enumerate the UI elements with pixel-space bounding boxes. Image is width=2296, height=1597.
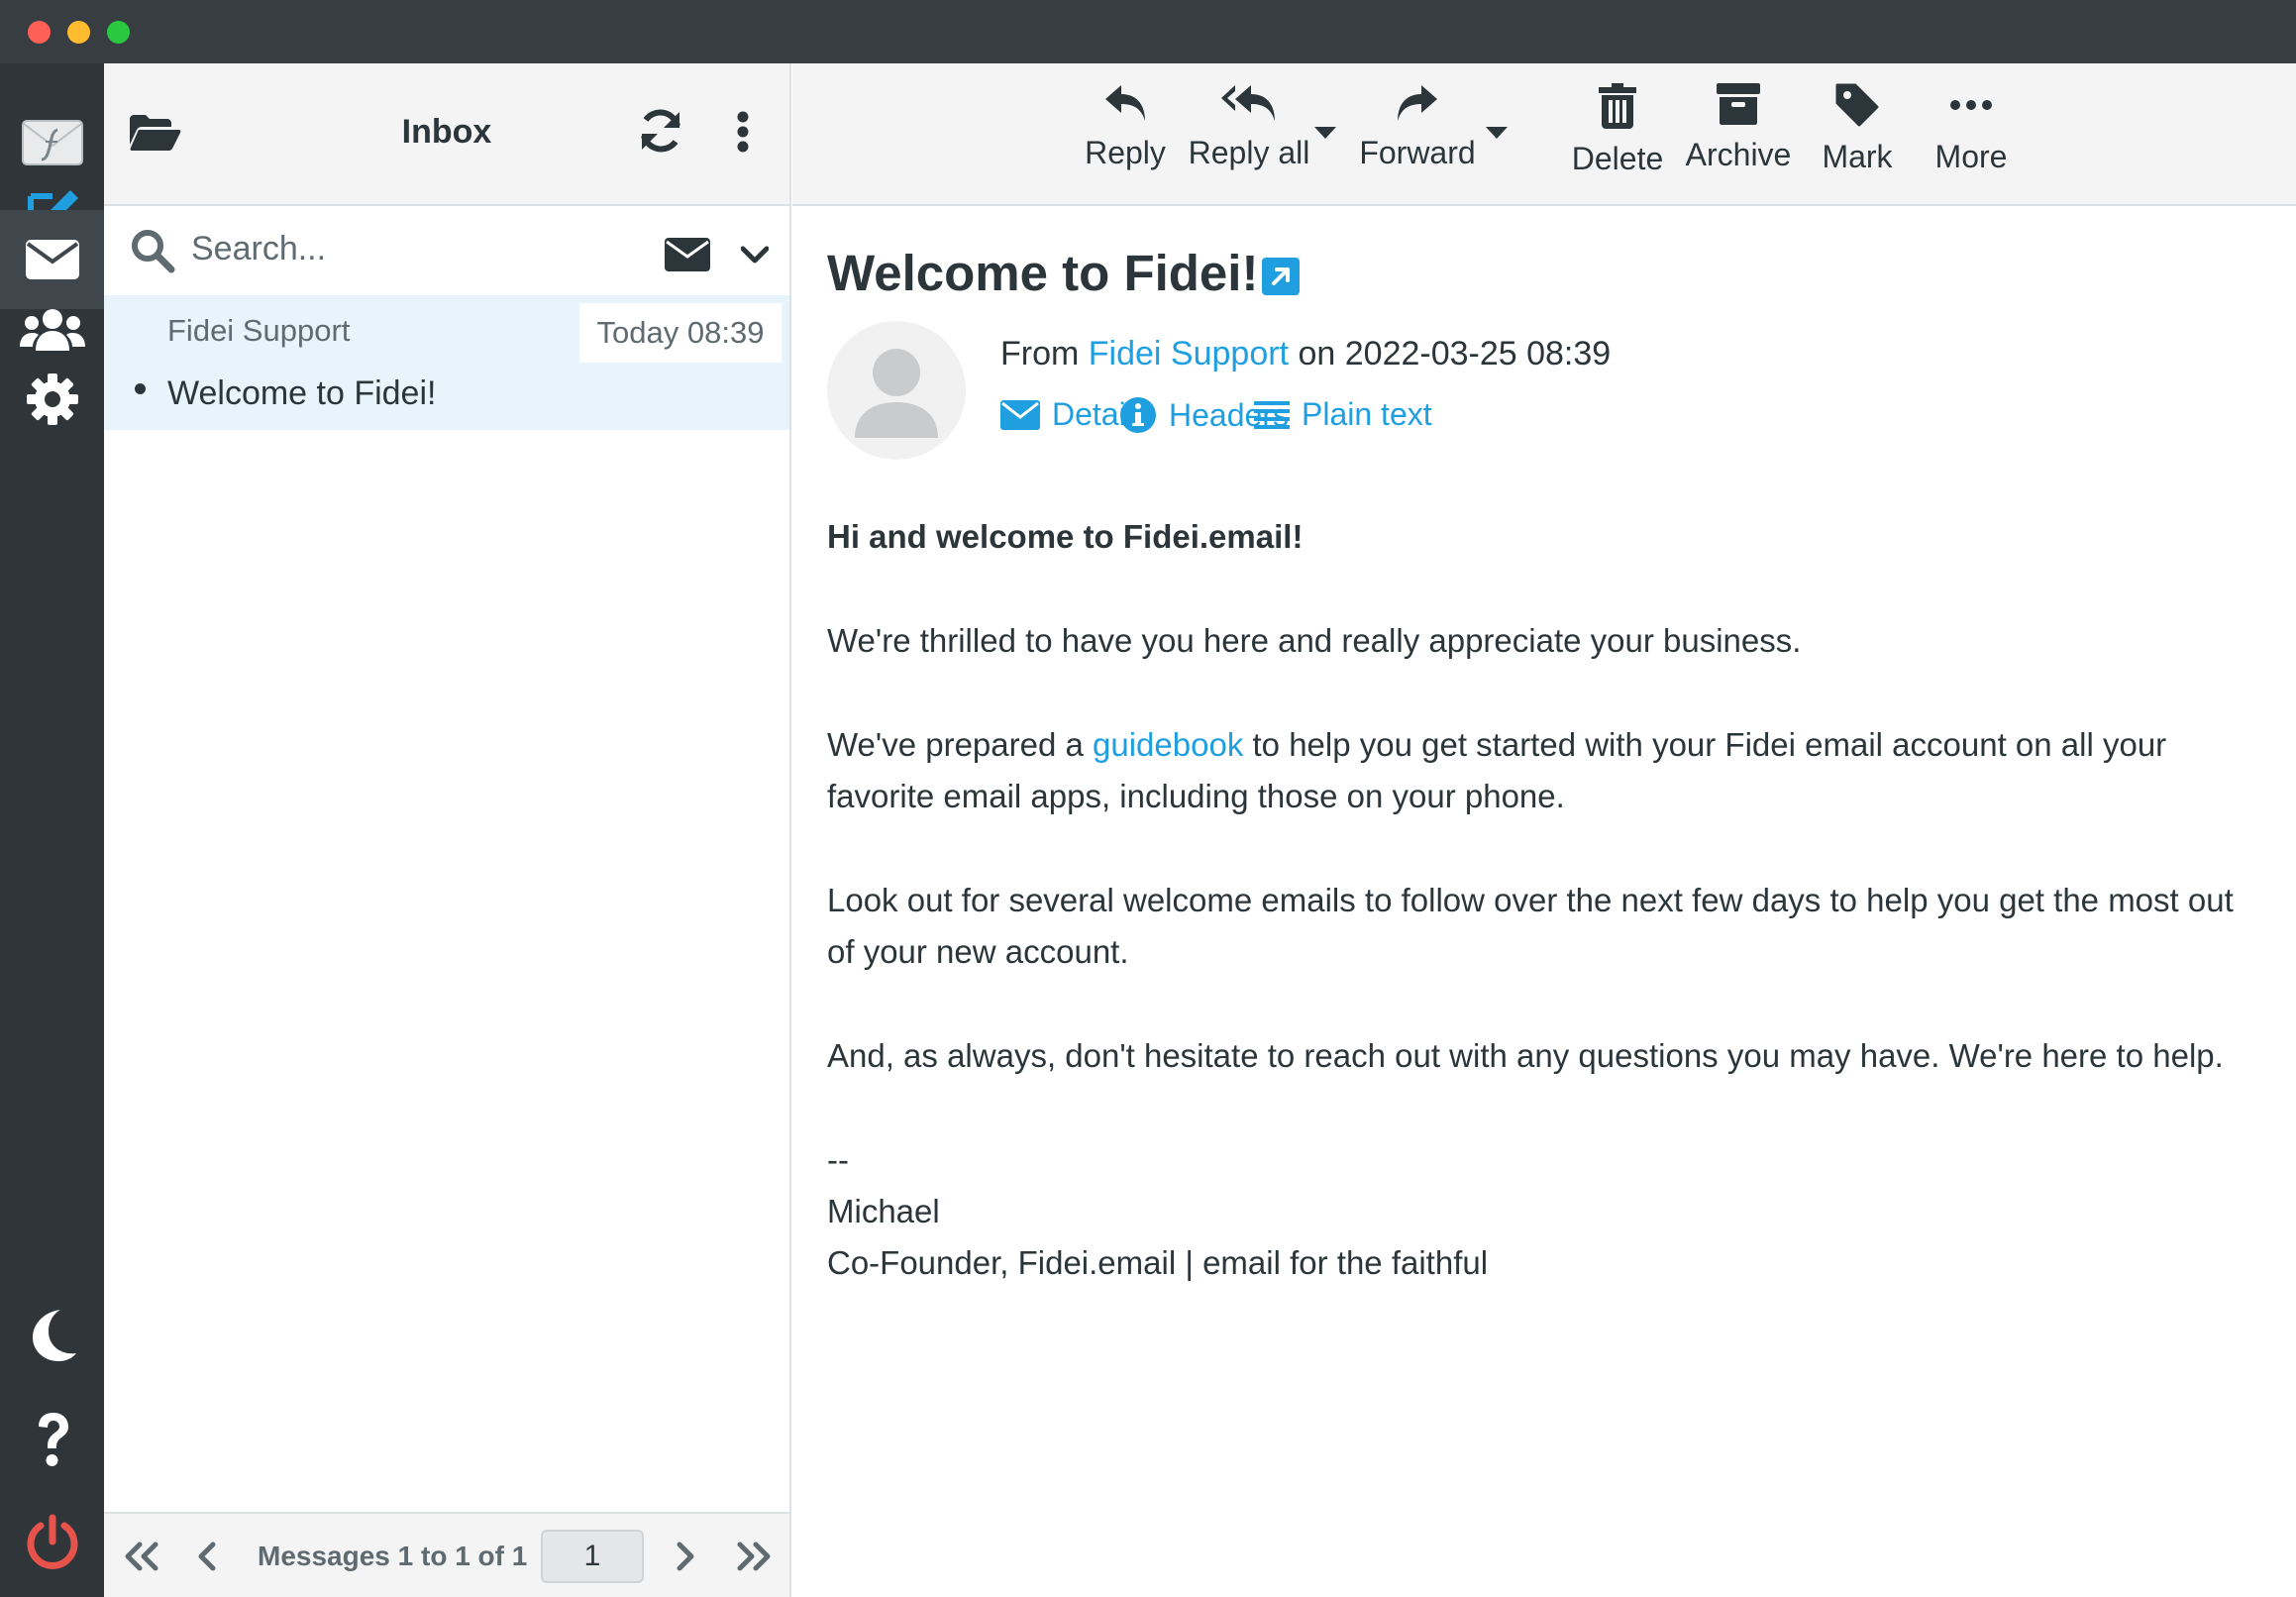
sender-avatar	[827, 321, 966, 460]
archive-box-icon	[1717, 83, 1760, 125]
open-external-icon[interactable]	[1262, 258, 1300, 300]
message-body: Hi and welcome to Fidei.email! We're thr…	[827, 511, 2258, 1289]
info-circle-icon	[1120, 397, 1156, 433]
body-paragraph-1: We're thrilled to have you here and real…	[827, 622, 1802, 659]
more-button[interactable]: More	[1922, 83, 2021, 175]
next-page-icon[interactable]	[674, 1542, 697, 1576]
archive-button[interactable]: Archive	[1684, 83, 1793, 173]
mark-button[interactable]: Mark	[1808, 83, 1907, 175]
reply-all-button[interactable]: Reply all	[1185, 83, 1313, 171]
reply-icon	[1105, 85, 1145, 121]
lines-icon	[1254, 400, 1290, 429]
delete-button[interactable]: Delete	[1563, 83, 1672, 177]
forward-icon	[1398, 85, 1437, 121]
forward-button[interactable]: Forward	[1353, 83, 1482, 171]
app-sidebar	[0, 63, 104, 1597]
search-options-chevron-down-icon[interactable]	[740, 246, 770, 268]
signature-separator: --	[827, 1141, 849, 1178]
list-pager: Messages 1 to 1 of 1 1	[104, 1512, 789, 1597]
folder-title: Inbox	[401, 113, 492, 151]
plain-text-link[interactable]: Plain text	[1254, 396, 1432, 433]
logout-power-icon[interactable]	[0, 1492, 104, 1591]
more-dots-icon	[1950, 100, 1992, 110]
reply-all-icon	[1221, 85, 1275, 121]
message-date: Today 08:39	[579, 303, 782, 363]
night-mode-moon-icon[interactable]	[0, 1286, 104, 1385]
body-paragraph-2: We've prepared a guidebook to help you g…	[827, 726, 2167, 814]
unread-indicator	[135, 383, 146, 394]
message-sender: Fidei Support	[167, 313, 351, 348]
signature-title: Co-Founder, Fidei.email | email for the …	[827, 1244, 1489, 1281]
window-titlebar	[0, 0, 2296, 63]
message-list-item[interactable]: Fidei Support Today 08:39 Welcome to Fid…	[104, 295, 789, 430]
window-close-button[interactable]	[28, 21, 51, 44]
forward-dropdown-caret-icon[interactable]	[1486, 127, 1508, 146]
first-page-icon[interactable]	[122, 1542, 161, 1576]
message-list-pane: Inbox Search... Fidei Support Today 08:3…	[104, 63, 791, 1597]
reply-button[interactable]: Reply	[1076, 83, 1175, 171]
body-paragraph-4: And, as always, don't hesitate to reach …	[827, 1037, 2224, 1074]
envelope-icon	[1000, 399, 1040, 430]
forward-label: Forward	[1359, 135, 1476, 170]
list-header: Inbox	[104, 63, 789, 206]
reply-label: Reply	[1085, 135, 1166, 170]
from-prefix: From	[1000, 335, 1080, 373]
more-label: More	[1934, 139, 2008, 174]
tag-icon	[1835, 83, 1879, 127]
window-maximize-button[interactable]	[107, 21, 130, 44]
message-toolbar: Reply Reply all Forward Delete Archive M…	[792, 63, 2296, 206]
list-menu-dots-icon[interactable]	[737, 111, 749, 158]
message-title: Welcome to Fidei!	[827, 245, 1259, 301]
refresh-icon[interactable]	[638, 108, 683, 159]
pager-count: Messages 1 to 1 of 1	[258, 1541, 528, 1571]
body-paragraph-3: Look out for several welcome emails to f…	[827, 882, 2234, 970]
signature-name: Michael	[827, 1193, 940, 1229]
search-icon	[130, 228, 175, 278]
settings-gear-icon[interactable]	[0, 350, 104, 449]
message-view: Welcome to Fidei! From Fidei Support on …	[792, 206, 2296, 1597]
search-input[interactable]: Search...	[191, 230, 326, 268]
guidebook-link[interactable]: guidebook	[1093, 726, 1243, 763]
plain-text-label: Plain text	[1302, 396, 1432, 432]
message-date-full: 2022-03-25 08:39	[1344, 335, 1612, 373]
sender-line: From Fidei Support on 2022-03-25 08:39	[1000, 335, 1611, 373]
help-question-icon[interactable]	[0, 1390, 104, 1489]
message-subject: Welcome to Fidei!	[167, 374, 437, 412]
body-greeting: Hi and welcome to Fidei.email!	[827, 518, 1304, 555]
last-page-icon[interactable]	[734, 1542, 774, 1576]
page-number-input[interactable]: 1	[541, 1530, 644, 1583]
trash-icon	[1599, 83, 1636, 129]
delete-label: Delete	[1571, 141, 1664, 176]
search-scope-envelope-icon[interactable]	[665, 238, 710, 276]
reply-all-dropdown-caret-icon[interactable]	[1314, 127, 1336, 146]
sender-name-link[interactable]: Fidei Support	[1089, 335, 1289, 373]
previous-page-icon[interactable]	[195, 1542, 219, 1576]
date-prefix: on	[1298, 335, 1336, 373]
window-minimize-button[interactable]	[67, 21, 90, 44]
archive-label: Archive	[1685, 137, 1792, 172]
mark-label: Mark	[1822, 139, 1893, 174]
search-bar: Search...	[104, 206, 789, 295]
reply-all-label: Reply all	[1188, 135, 1310, 170]
